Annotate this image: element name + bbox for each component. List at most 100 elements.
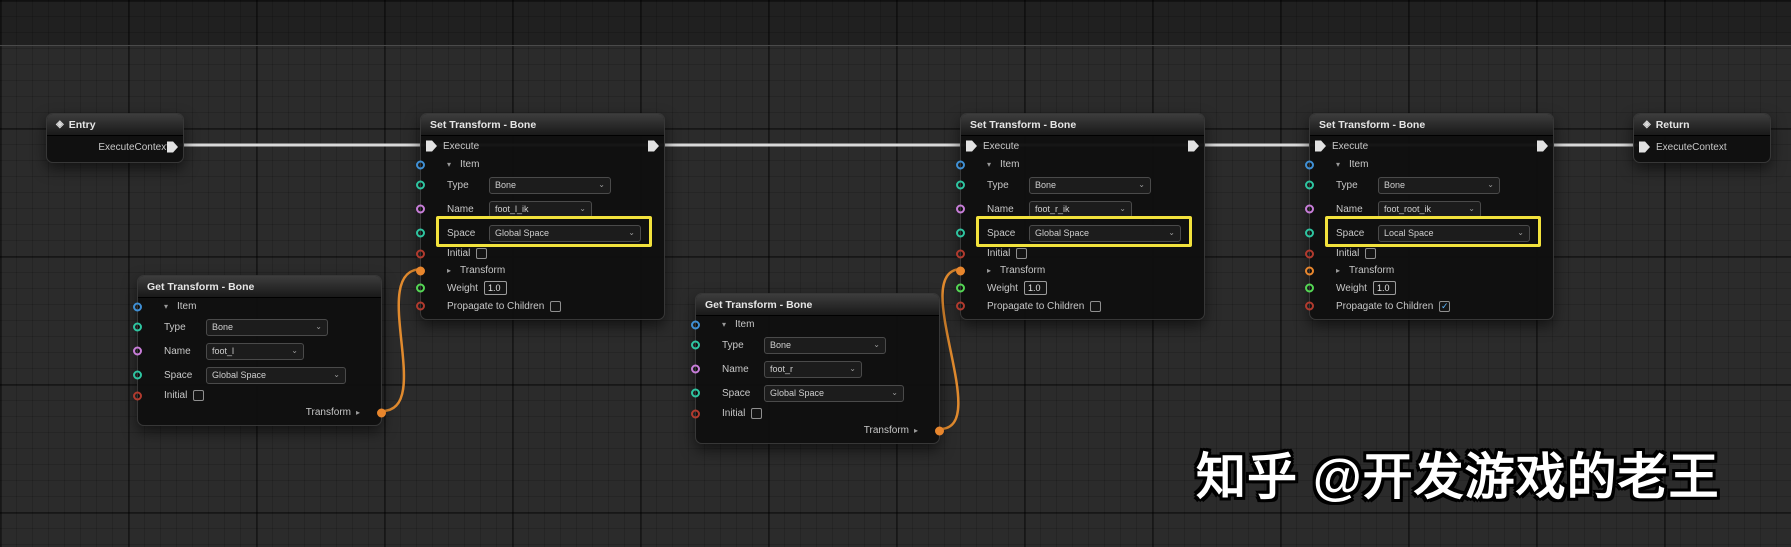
type-dropdown[interactable]: Bone ⌄ — [206, 318, 328, 336]
propagate-checkbox[interactable]: ✓ — [1439, 300, 1451, 312]
node-title-bar[interactable]: Set Transform - Bone — [421, 114, 664, 136]
execute-context-row: ExecuteContext — [47, 136, 183, 158]
expander-closed-icon[interactable]: ▸ — [356, 408, 365, 417]
name-dropdown[interactable]: foot_l ⌄ — [206, 342, 304, 360]
exec-in-pin-icon[interactable] — [426, 140, 437, 152]
node-set-transform-bone-2[interactable]: Set Transform - Bone Execute ▾ Item Type… — [956, 113, 1205, 320]
initial-pin-icon[interactable] — [956, 249, 965, 258]
propagate-pin-icon[interactable] — [416, 301, 425, 311]
propagate-checkbox[interactable] — [1090, 300, 1102, 312]
exec-in-pin-icon[interactable] — [1315, 140, 1326, 152]
node-title-bar[interactable]: ◈ Return — [1634, 114, 1770, 136]
space-dropdown[interactable]: Global Space ⌄ — [489, 224, 641, 242]
exec-out-pin-icon[interactable] — [1537, 140, 1548, 152]
node-title-bar[interactable]: Set Transform - Bone — [961, 114, 1204, 136]
node-title-bar[interactable]: Get Transform - Bone — [696, 294, 939, 316]
space-dropdown[interactable]: Global Space ⌄ — [206, 366, 346, 384]
expander-open-icon[interactable]: ▾ — [164, 302, 173, 311]
initial-pin-icon[interactable] — [133, 391, 142, 400]
name-dropdown[interactable]: foot_r_ik ⌄ — [1029, 200, 1132, 218]
weight-input[interactable]: 1.0 — [1372, 281, 1396, 295]
node-entry[interactable]: ◈ Entry ExecuteContext — [46, 113, 184, 163]
weight-pin-icon[interactable] — [416, 283, 425, 293]
node-get-transform-bone-1[interactable]: Get Transform - Bone ▾ Item Type Bone ⌄ … — [133, 275, 386, 426]
space-dropdown[interactable]: Global Space ⌄ — [764, 384, 904, 402]
expander-closed-icon[interactable]: ▸ — [914, 426, 923, 435]
name-pin-icon[interactable] — [1305, 204, 1314, 214]
initial-checkbox[interactable] — [1365, 248, 1377, 259]
propagate-pin-icon[interactable] — [1305, 301, 1314, 311]
type-pin-icon[interactable] — [416, 180, 425, 190]
transform-pin-icon[interactable] — [1305, 266, 1314, 275]
initial-pin-icon[interactable] — [1305, 249, 1314, 258]
name-pin-icon[interactable] — [691, 364, 700, 374]
space-dropdown[interactable]: Local Space ⌄ — [1378, 224, 1530, 242]
exec-out-pin-icon[interactable] — [648, 140, 659, 152]
blueprint-graph-canvas[interactable]: ◈ Entry ExecuteContext Set Transform - B… — [0, 0, 1791, 547]
transform-pin-icon[interactable] — [956, 266, 965, 275]
name-dropdown[interactable]: foot_root_ik ⌄ — [1378, 200, 1481, 218]
expander-open-icon[interactable]: ▾ — [987, 160, 996, 169]
space-dropdown[interactable]: Global Space ⌄ — [1029, 224, 1181, 242]
initial-checkbox[interactable] — [751, 408, 763, 419]
transform-wire-2[interactable] — [939, 267, 963, 431]
propagate-label: Propagate to Children — [447, 300, 545, 312]
weight-input[interactable]: 1.0 — [1023, 281, 1047, 295]
initial-checkbox[interactable] — [476, 248, 488, 259]
initial-pin-icon[interactable] — [416, 249, 425, 258]
node-set-transform-bone-3[interactable]: Set Transform - Bone Execute ▾ Item Type… — [1305, 113, 1554, 320]
type-pin-icon[interactable] — [133, 322, 142, 332]
type-dropdown[interactable]: Bone ⌄ — [1029, 176, 1151, 194]
space-pin-icon[interactable] — [133, 370, 142, 380]
node-title-bar[interactable]: ◈ Entry — [47, 114, 183, 136]
space-pin-icon[interactable] — [1305, 228, 1314, 238]
name-pin-icon[interactable] — [956, 204, 965, 214]
weight-pin-icon[interactable] — [1305, 283, 1314, 293]
expander-closed-icon[interactable]: ▸ — [987, 266, 996, 275]
name-pin-icon[interactable] — [133, 346, 142, 356]
transform-pin-icon[interactable] — [935, 426, 944, 435]
exec-out-pin-icon[interactable] — [1188, 140, 1199, 152]
initial-pin-icon[interactable] — [691, 409, 700, 418]
name-dropdown[interactable]: foot_l_ik ⌄ — [489, 200, 592, 218]
space-pin-icon[interactable] — [416, 228, 425, 238]
space-pin-icon[interactable] — [691, 388, 700, 398]
item-pin-icon[interactable] — [416, 160, 425, 169]
exec-out-pin-icon[interactable] — [167, 141, 178, 153]
initial-checkbox[interactable] — [193, 390, 205, 401]
name-dropdown[interactable]: foot_r ⌄ — [764, 360, 862, 378]
node-get-transform-bone-2[interactable]: Get Transform - Bone ▾ Item Type Bone ⌄ … — [691, 293, 944, 444]
item-pin-icon[interactable] — [691, 320, 700, 329]
name-pin-icon[interactable] — [416, 204, 425, 214]
node-set-transform-bone-1[interactable]: Set Transform - Bone Execute ▾ Item Type… — [416, 113, 665, 320]
node-title-bar[interactable]: Set Transform - Bone — [1310, 114, 1553, 136]
expander-open-icon[interactable]: ▾ — [722, 320, 731, 329]
expander-closed-icon[interactable]: ▸ — [1336, 266, 1345, 275]
chevron-down-icon: ⌄ — [315, 322, 322, 331]
propagate-pin-icon[interactable] — [956, 301, 965, 311]
type-dropdown[interactable]: Bone ⌄ — [489, 176, 611, 194]
expander-open-icon[interactable]: ▾ — [447, 160, 456, 169]
exec-in-pin-icon[interactable] — [1639, 141, 1650, 153]
type-dropdown[interactable]: Bone ⌄ — [1378, 176, 1500, 194]
weight-pin-icon[interactable] — [956, 283, 965, 293]
expander-open-icon[interactable]: ▾ — [1336, 160, 1345, 169]
initial-checkbox[interactable] — [1016, 248, 1028, 259]
item-pin-icon[interactable] — [133, 302, 142, 311]
expander-closed-icon[interactable]: ▸ — [447, 266, 456, 275]
propagate-checkbox[interactable] — [550, 300, 562, 312]
weight-input[interactable]: 1.0 — [483, 281, 507, 295]
item-pin-icon[interactable] — [1305, 160, 1314, 169]
space-pin-icon[interactable] — [956, 228, 965, 238]
item-pin-icon[interactable] — [956, 160, 965, 169]
type-pin-icon[interactable] — [691, 340, 700, 350]
name-row: Name foot_l ⌄ — [133, 339, 381, 363]
type-dropdown[interactable]: Bone ⌄ — [764, 336, 886, 354]
type-pin-icon[interactable] — [1305, 180, 1314, 190]
type-pin-icon[interactable] — [956, 180, 965, 190]
transform-pin-icon[interactable] — [416, 266, 425, 275]
node-return[interactable]: ◈ Return ExecuteContext — [1633, 113, 1771, 163]
transform-pin-icon[interactable] — [377, 408, 386, 417]
exec-in-pin-icon[interactable] — [966, 140, 977, 152]
node-title-bar[interactable]: Get Transform - Bone — [138, 276, 381, 298]
